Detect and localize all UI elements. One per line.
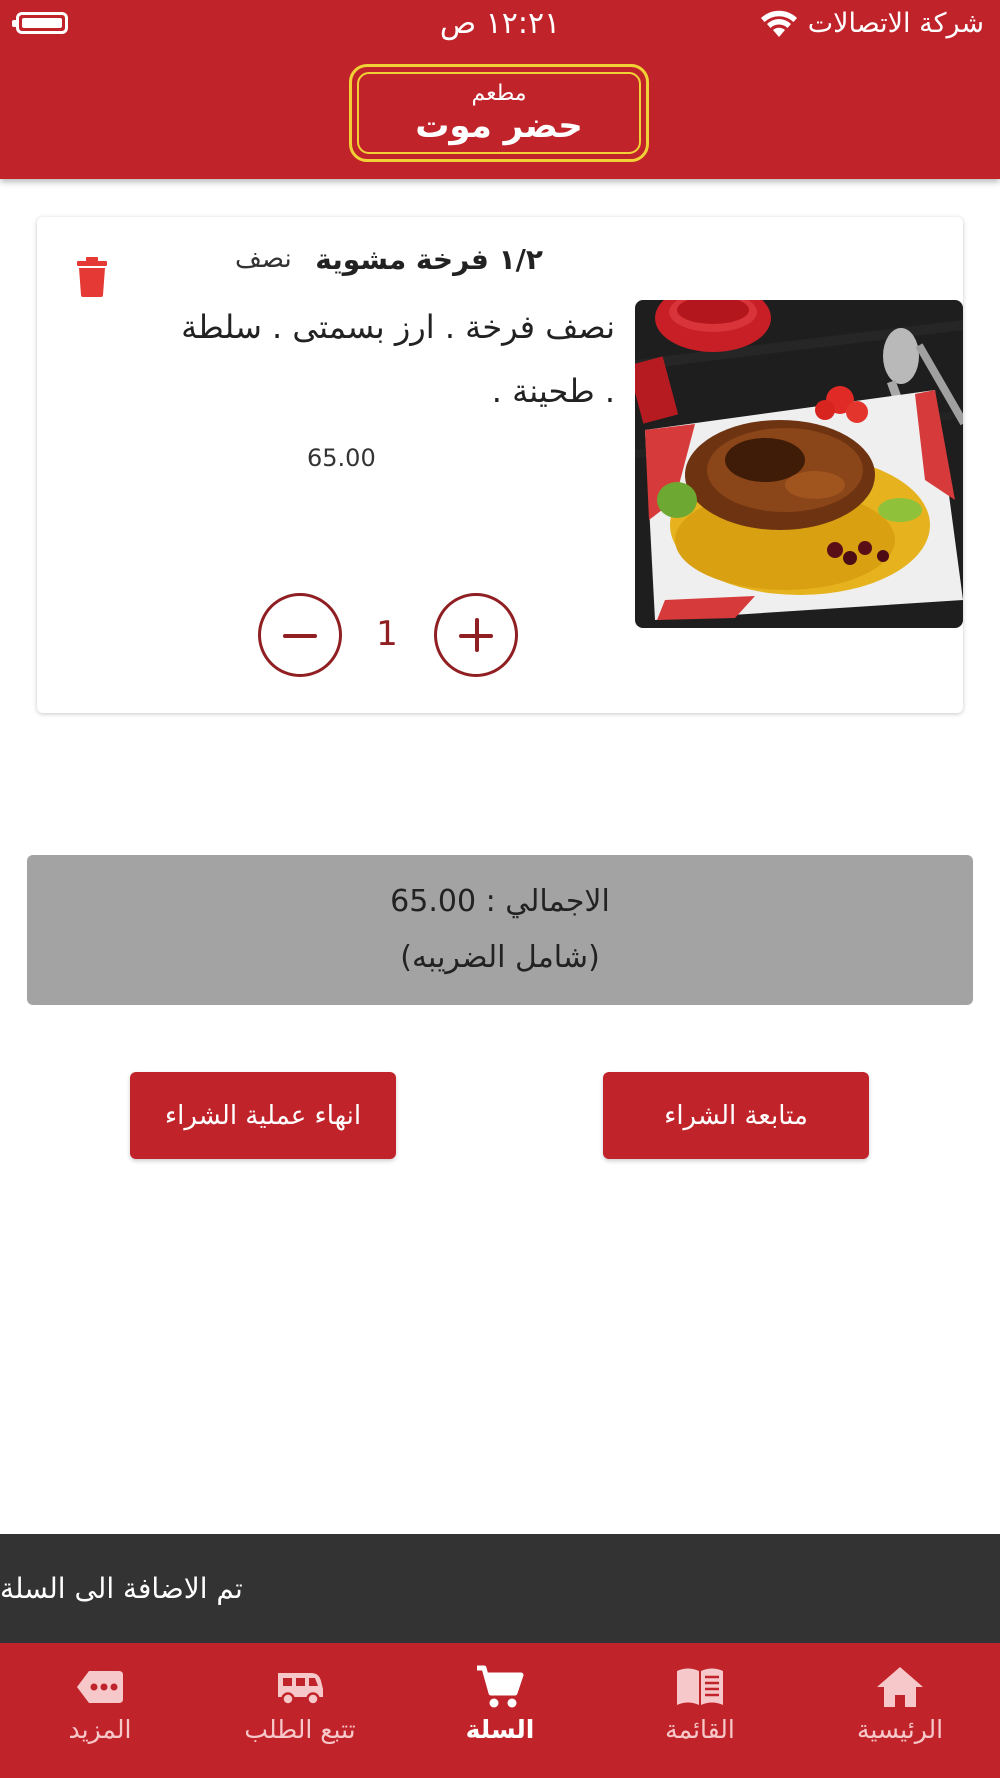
app-header: ١٢:٢١ ص شركة الاتصالات مطعم حضر موت: [0, 0, 1000, 179]
menu-book-icon: [677, 1668, 723, 1705]
nav-item-menu[interactable]: القائمة: [600, 1643, 800, 1778]
trash-icon[interactable]: [77, 257, 107, 297]
battery-icon: [12, 12, 68, 34]
restaurant-logo[interactable]: مطعم حضر موت: [349, 64, 649, 162]
nav-item-more[interactable]: المزيد: [0, 1643, 200, 1778]
snackbar: تم الاضافة الى السلة: [0, 1534, 1000, 1643]
delivery-truck-icon: [278, 1673, 323, 1706]
nav-label-home: الرئيسية: [856, 1715, 944, 1744]
total-amount: الاجمالي : 65.00: [390, 884, 610, 919]
quantity-value: 1: [376, 614, 398, 654]
finish-order-button[interactable]: انهاء عملية الشراء: [130, 1072, 396, 1159]
nav-label-cart: السلة: [465, 1715, 535, 1744]
order-total: الاجمالي : 65.00 (شامل الضريبه): [27, 855, 973, 1005]
logo-title: حضر موت: [415, 106, 583, 146]
cart-item-card: ١/٢ فرخة مشوية نصف نصف فرخة . ارز بسمتى …: [37, 217, 963, 713]
status-bar: ١٢:٢١ ص شركة الاتصالات: [0, 0, 1000, 52]
carrier-name: شركة الاتصالات: [807, 8, 984, 39]
carrier-info: شركة الاتصالات: [760, 8, 984, 39]
decrease-quantity-button[interactable]: [258, 593, 342, 677]
nav-label-more: المزيد: [68, 1715, 132, 1744]
nav-item-track-order[interactable]: تتبع الطلب: [200, 1643, 400, 1778]
item-price: 65.00: [307, 444, 376, 472]
item-name: ١/٢ فرخة مشوية: [315, 243, 543, 276]
more-icon: [77, 1671, 123, 1703]
item-description: نصف فرخة . ارز بسمتى . سلطة . طحينة .: [181, 308, 615, 410]
nav-label-menu: القائمة: [665, 1715, 735, 1744]
snackbar-message: تم الاضافة الى السلة: [0, 1572, 243, 1605]
logo-subtitle: مطعم: [471, 81, 527, 106]
cart-icon: [477, 1665, 524, 1708]
increase-quantity-button[interactable]: [434, 593, 518, 677]
status-time: ١٢:٢١ ص: [439, 6, 561, 41]
continue-shopping-button[interactable]: متابعة الشراء: [603, 1072, 869, 1159]
wifi-icon: [760, 10, 797, 37]
home-icon: [877, 1667, 923, 1707]
food-image: [635, 300, 963, 628]
item-size: نصف: [235, 244, 292, 274]
nav-item-home[interactable]: الرئيسية: [800, 1643, 1000, 1778]
nav-label-track-order: تتبع الطلب: [244, 1715, 356, 1744]
bottom-navigation: الرئيسية القائمة السلة تتبع الطلب المزيد: [0, 1643, 1000, 1778]
nav-item-cart[interactable]: السلة: [400, 1643, 600, 1778]
tax-note: (شامل الضريبه): [400, 940, 600, 975]
